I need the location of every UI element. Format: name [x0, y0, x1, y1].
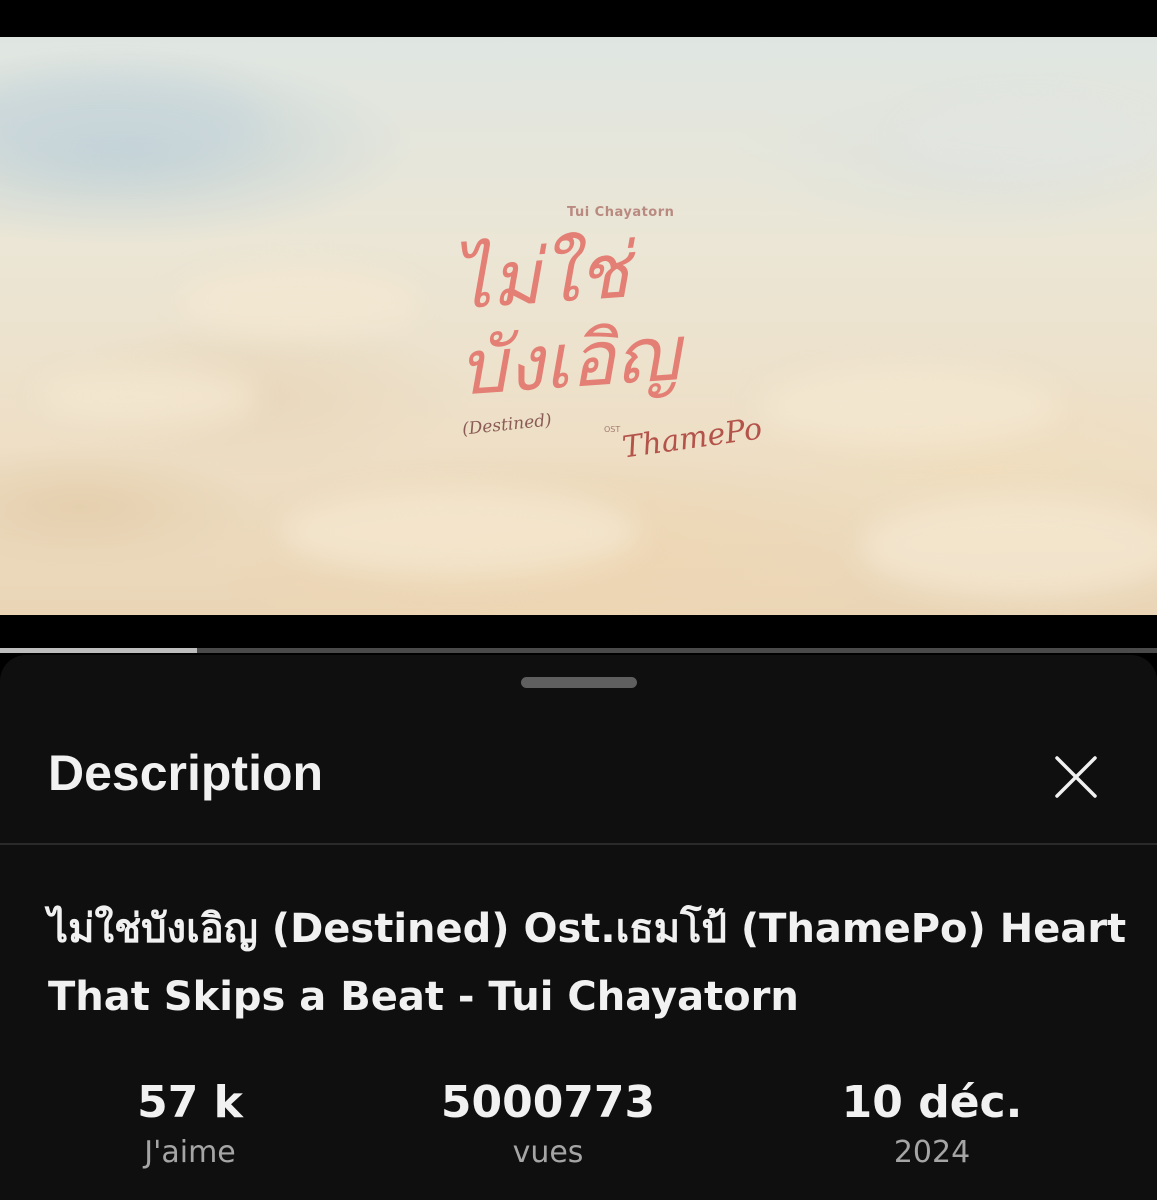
close-icon [1055, 756, 1097, 798]
cloud-shape [760, 367, 1060, 447]
stats-row: 57 k J'aime 5000773 vues 10 déc. 2024 [0, 1075, 1157, 1200]
video-overlay-credit: Tui Chayatorn [567, 205, 675, 220]
screen: Tui Chayatorn ไม่ใช่ บังเอิญ (Destined) … [0, 0, 1157, 1200]
divider [0, 843, 1157, 845]
stat-date: 10 déc. 2024 [812, 1075, 1052, 1175]
progress-bar-fill [0, 648, 197, 653]
stat-likes: 57 k J'aime [90, 1075, 290, 1175]
description-sheet: Description ไม่ใช่บังเอิญ (Destined) Ost… [0, 655, 1157, 1200]
close-button[interactable] [1046, 747, 1106, 807]
cloud-shape [180, 267, 420, 337]
video-title: ไม่ใช่บังเอิญ (Destined) Ost.เธมโป้ (Tha… [48, 906, 1127, 1020]
cloud-shape [40, 367, 260, 427]
cloud-shape [0, 77, 260, 167]
likes-label: J'aime [144, 1135, 236, 1170]
stat-views: 5000773 vues [398, 1075, 698, 1175]
video-player[interactable]: Tui Chayatorn ไม่ใช่ บังเอิญ (Destined) … [0, 37, 1157, 615]
views-count: 5000773 [440, 1077, 656, 1128]
likes-count: 57 k [137, 1077, 243, 1128]
cloud-shape [900, 97, 1157, 177]
video-overlay-ost-logo: ThamePo [620, 411, 765, 466]
video-overlay-title: ไม่ใช่ บังเอิญ [449, 225, 683, 413]
cloud-shape [860, 497, 1157, 597]
publish-year: 2024 [893, 1135, 971, 1170]
video-overlay-ost-label: OST [604, 425, 621, 434]
drag-handle[interactable] [521, 677, 637, 688]
video-overlay-subtitle: (Destined) [461, 410, 553, 440]
views-label: vues [512, 1135, 584, 1170]
publish-date: 10 déc. [841, 1077, 1023, 1128]
cloud-shape [280, 487, 640, 577]
sheet-title: Description [48, 745, 324, 801]
progress-bar[interactable] [0, 648, 1157, 653]
